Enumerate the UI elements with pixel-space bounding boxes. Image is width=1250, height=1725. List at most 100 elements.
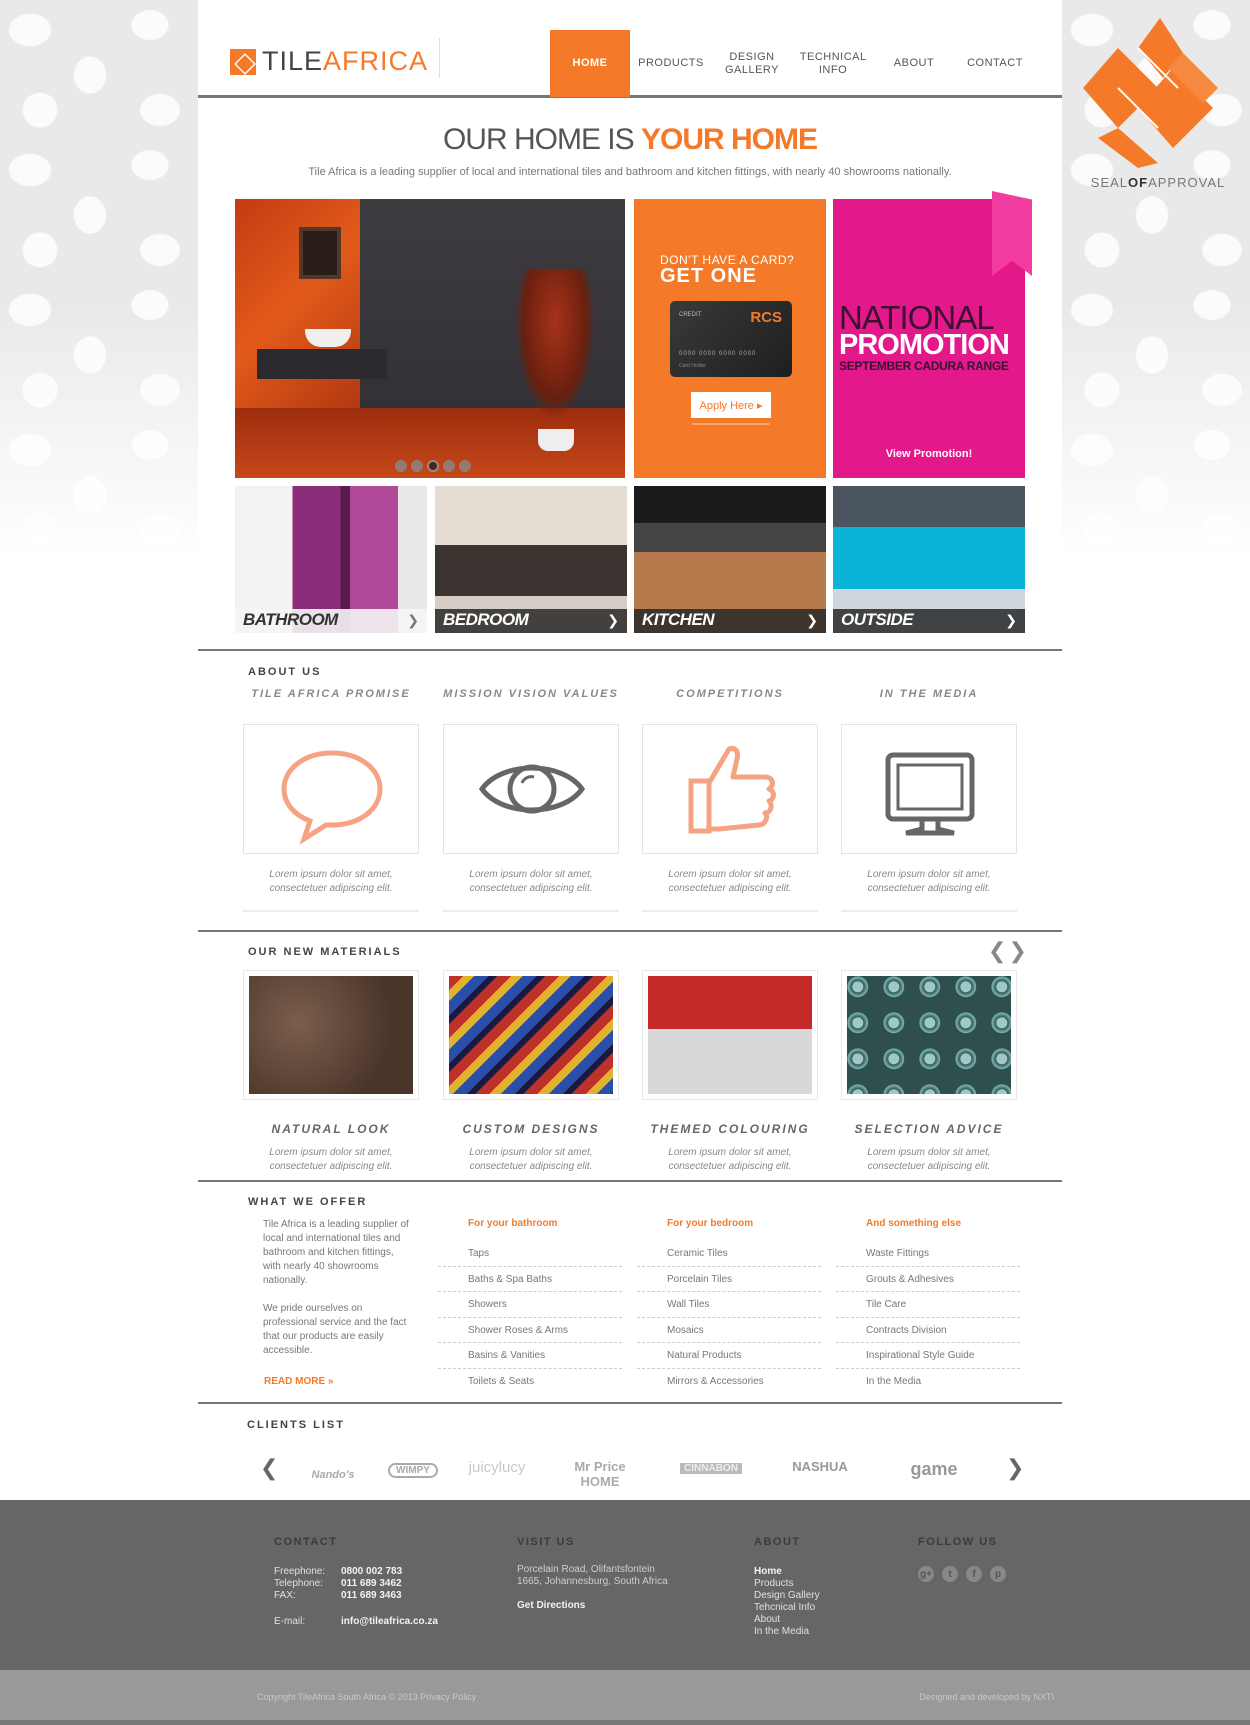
main-nav: HOME PRODUCTS DESIGN GALLERY TECHNICAL I… xyxy=(550,30,1036,97)
offer-link[interactable]: Tile Care xyxy=(836,1292,1020,1318)
offer-link[interactable]: Grouts & Adhesives xyxy=(836,1267,1020,1292)
logo-mark-icon xyxy=(230,48,256,75)
footer-link-about[interactable]: About xyxy=(754,1614,820,1626)
footer-link-design-gallery[interactable]: Design Gallery xyxy=(754,1590,820,1602)
card-number: 0000 0000 0000 0000 xyxy=(679,351,757,357)
about-promise[interactable]: TILE AFRICA PROMISE Lorem ipsum dolor si… xyxy=(243,688,419,912)
offer-list: Taps Baths & Spa Baths Showers Shower Ro… xyxy=(438,1241,622,1394)
offer-link[interactable]: Mirrors & Accessories xyxy=(637,1369,821,1395)
footer-link-home[interactable]: Home xyxy=(754,1566,820,1578)
room-bedroom[interactable]: BEDROOM ❯ xyxy=(435,486,627,633)
slide-counter xyxy=(257,349,387,379)
offer-link[interactable]: Shower Roses & Arms xyxy=(438,1318,622,1343)
about-mission[interactable]: MISSION VISION VALUES Lorem ipsum dolor … xyxy=(443,688,619,912)
about-underline xyxy=(841,910,1017,912)
client-logo-nandos[interactable]: Nando's xyxy=(298,1469,368,1481)
offer-link[interactable]: Baths & Spa Baths xyxy=(438,1267,622,1292)
about-icon-box xyxy=(841,724,1017,854)
client-logo-game[interactable]: game xyxy=(904,1459,964,1480)
facebook-icon[interactable]: f xyxy=(966,1566,982,1582)
hero-subtitle: Tile Africa is a leading supplier of loc… xyxy=(308,166,952,178)
footer-follow-title: FOLLOW US xyxy=(918,1536,998,1548)
slider-dot[interactable] xyxy=(459,460,471,472)
room-kitchen[interactable]: KITCHEN ❯ xyxy=(634,486,826,633)
offer-link[interactable]: Toilets & Seats xyxy=(438,1369,622,1395)
material-selection-advice[interactable]: SELECTION ADVICE Lorem ipsum dolor sit a… xyxy=(841,970,1017,1174)
card-headline: GET ONE xyxy=(660,265,758,287)
material-image xyxy=(841,970,1017,1100)
offer-column-bathroom: For your bathroom Taps Baths & Spa Baths… xyxy=(438,1218,622,1394)
email-link[interactable]: info@tileafrica.co.za xyxy=(341,1616,438,1628)
twitter-icon[interactable]: t xyxy=(942,1566,958,1582)
offer-link[interactable]: Wall Tiles xyxy=(637,1292,821,1318)
material-custom-designs[interactable]: CUSTOM DESIGNS Lorem ipsum dolor sit ame… xyxy=(443,970,619,1174)
room-outside[interactable]: OUTSIDE ❯ xyxy=(833,486,1025,633)
about-heading: COMPETITIONS xyxy=(676,688,784,700)
page-container: TILEAFRICA HOME PRODUCTS DESIGN GALLERY … xyxy=(198,0,1062,1500)
arrow-right-icon[interactable]: ❯ xyxy=(1008,938,1028,963)
offer-link[interactable]: Natural Products xyxy=(637,1343,821,1369)
room-name: OUTSIDE xyxy=(841,610,914,629)
footer-link-products[interactable]: Products xyxy=(754,1578,820,1590)
offer-link[interactable]: Contracts Division xyxy=(836,1318,1020,1343)
offer-link[interactable]: In the Media xyxy=(836,1369,1020,1395)
chevron-right-icon[interactable]: ❯ xyxy=(1006,1455,1024,1481)
get-directions-link[interactable]: Get Directions xyxy=(517,1600,585,1612)
footer-link-in-the-media[interactable]: In the Media xyxy=(754,1626,820,1638)
offer-link[interactable]: Waste Fittings xyxy=(836,1241,1020,1267)
about-media[interactable]: IN THE MEDIA Lorem ipsum dolor sit amet,… xyxy=(841,688,1017,912)
slider-dot-active[interactable] xyxy=(427,460,439,472)
chevron-right-icon: ❯ xyxy=(407,612,419,628)
chevron-left-icon[interactable]: ❮ xyxy=(260,1455,278,1481)
chevron-right-icon: ❯ xyxy=(806,612,818,628)
google-plus-icon[interactable]: g+ xyxy=(918,1566,934,1582)
about-text: Lorem ipsum dolor sit amet, consectetuer… xyxy=(469,869,593,894)
arrow-left-icon[interactable]: ❮ xyxy=(988,938,1008,963)
slider-dot[interactable] xyxy=(443,460,455,472)
offer-link[interactable]: Taps xyxy=(438,1241,622,1267)
material-heading: THEMED COLOURING xyxy=(650,1122,810,1136)
rcs-card-promo: DON'T HAVE A CARD? GET ONE CREDIT RCS 00… xyxy=(634,199,826,478)
client-logo-juicylucy[interactable]: juicylucy xyxy=(466,1459,528,1476)
offer-link[interactable]: Inspirational Style Guide xyxy=(836,1343,1020,1369)
hero-slider[interactable] xyxy=(235,199,625,478)
about-competitions[interactable]: COMPETITIONS Lorem ipsum dolor sit amet,… xyxy=(642,688,818,912)
bottom-strip xyxy=(0,1720,1250,1725)
offer-link[interactable]: Basins & Vanities xyxy=(438,1343,622,1369)
nav-about[interactable]: ABOUT xyxy=(874,30,954,97)
copyright-text: Copyright TileAfrica South Africa © 2013… xyxy=(257,1692,477,1702)
nav-technical-info[interactable]: TECHNICAL INFO xyxy=(792,30,874,97)
about-icon-box xyxy=(443,724,619,854)
material-heading: NATURAL LOOK xyxy=(271,1122,391,1136)
nav-contact[interactable]: CONTACT xyxy=(954,30,1036,97)
offer-link[interactable]: Porcelain Tiles xyxy=(637,1267,821,1292)
offer-title: WHAT WE OFFER xyxy=(248,1196,368,1208)
client-logo-wimpy[interactable]: WIMPY xyxy=(388,1463,438,1478)
offer-link[interactable]: Ceramic Tiles xyxy=(637,1241,821,1267)
read-more-link[interactable]: READ MORE » xyxy=(264,1376,333,1387)
client-logo-mr-price-home[interactable]: Mr Price HOME xyxy=(558,1459,642,1489)
pinterest-icon[interactable]: p xyxy=(990,1566,1006,1582)
nav-design-gallery[interactable]: DESIGN GALLERY xyxy=(712,30,792,97)
developer-credit[interactable]: Designed and developed by NXT\ xyxy=(919,1692,1054,1702)
footer-contact-title: CONTACT xyxy=(274,1536,338,1548)
slider-dot[interactable] xyxy=(411,460,423,472)
monitor-icon xyxy=(885,752,975,836)
offer-link[interactable]: Showers xyxy=(438,1292,622,1318)
client-logo-nashua[interactable]: NASHUA xyxy=(770,1459,870,1474)
offer-link[interactable]: Mosaics xyxy=(637,1318,821,1343)
material-natural-look[interactable]: NATURAL LOOK Lorem ipsum dolor sit amet,… xyxy=(243,970,419,1174)
material-themed-colouring[interactable]: THEMED COLOURING Lorem ipsum dolor sit a… xyxy=(642,970,818,1174)
room-bathroom[interactable]: BATHROOM ❯ xyxy=(235,486,427,633)
apply-here-button[interactable]: Apply Here ▸ xyxy=(691,392,771,418)
logo[interactable]: TILEAFRICA xyxy=(230,46,428,77)
card-label: CREDIT xyxy=(679,312,702,318)
view-promotion-link[interactable]: View Promotion! xyxy=(833,448,1025,460)
nav-home[interactable]: HOME xyxy=(550,30,630,97)
client-logo-cinnabon[interactable]: CINNABON xyxy=(680,1463,742,1474)
nav-products[interactable]: PRODUCTS xyxy=(630,30,712,97)
material-image xyxy=(642,970,818,1100)
slider-dot[interactable] xyxy=(395,460,407,472)
footer-link-technical-info[interactable]: Tehcnical Info xyxy=(754,1602,820,1614)
materials-carousel-arrows[interactable]: ❮❯ xyxy=(988,938,1029,964)
